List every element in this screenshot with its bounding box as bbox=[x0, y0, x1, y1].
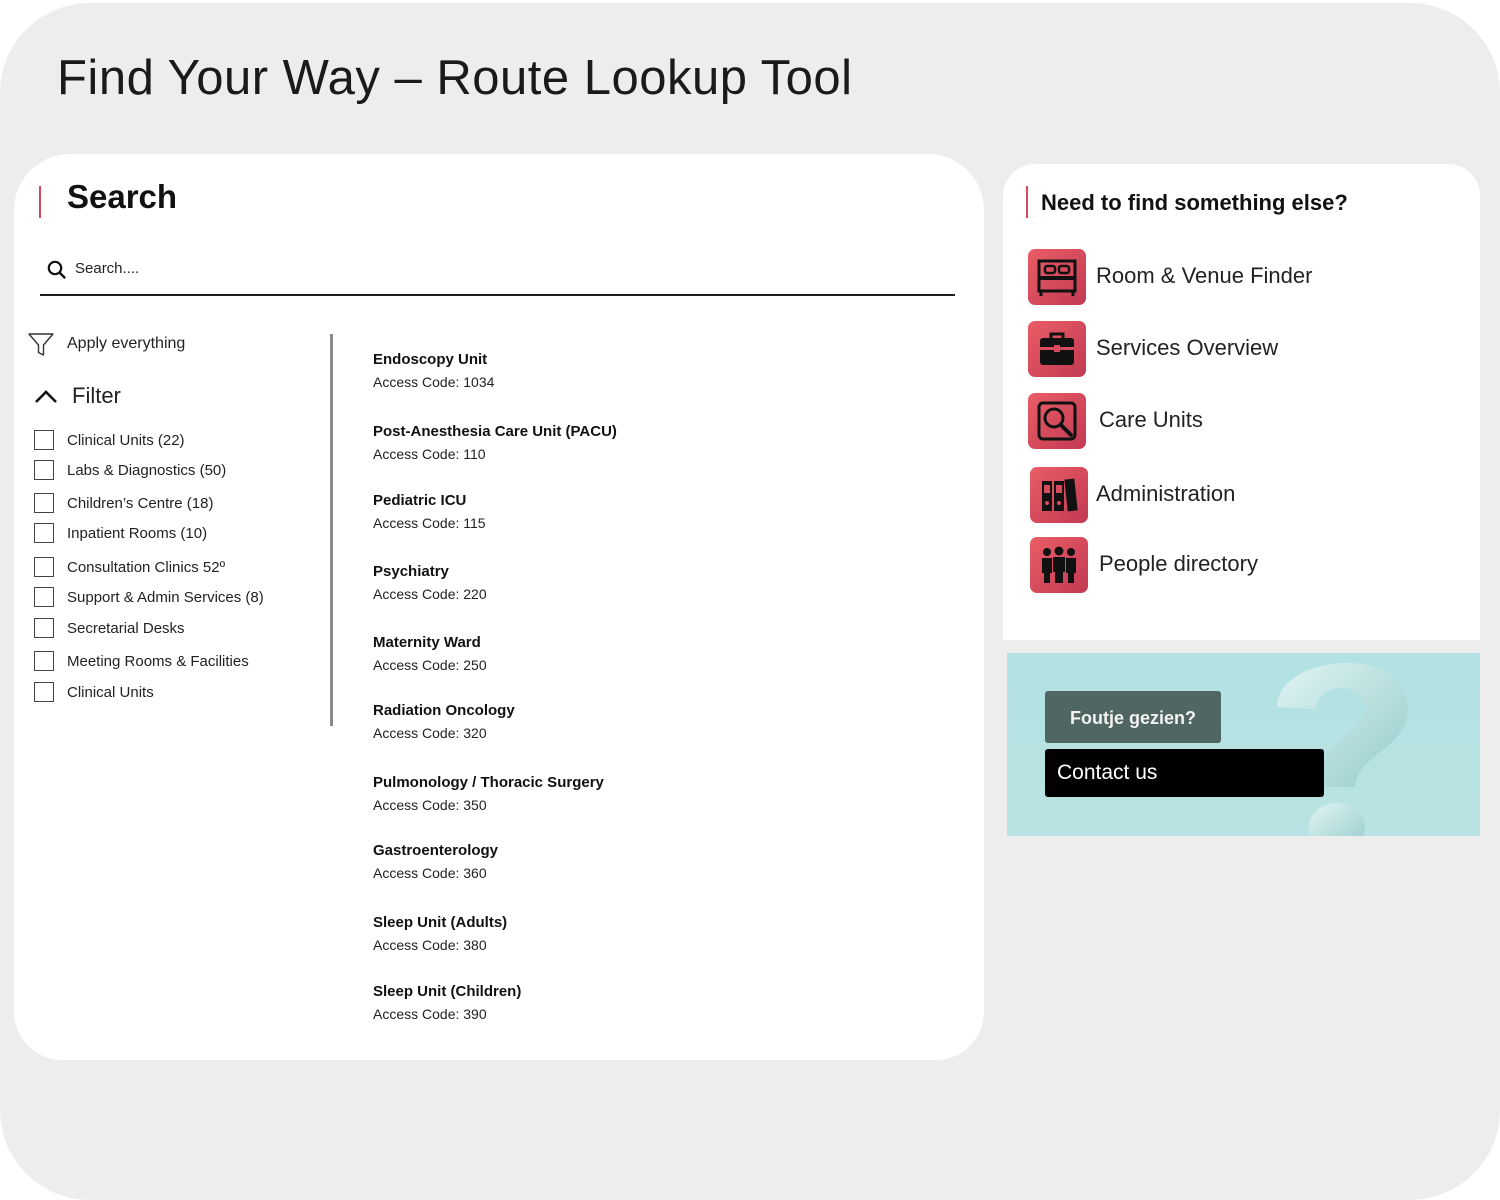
result-name: Gastroenterology bbox=[373, 842, 499, 859]
result-access-code: Access Code: 320 bbox=[373, 725, 487, 741]
apply-everything-label: Apply everything bbox=[67, 335, 186, 352]
search-input[interactable] bbox=[75, 256, 935, 280]
result-name: Psychiatry bbox=[373, 563, 449, 580]
result-access-code: Access Code: 110 bbox=[373, 446, 486, 462]
result-item[interactable]: Pulmonology / Thoracic Surgery Access Co… bbox=[373, 772, 604, 816]
result-access-code: Access Code: 350 bbox=[373, 797, 487, 813]
result-name: Endoscopy Unit bbox=[373, 351, 488, 368]
search-bar[interactable] bbox=[40, 252, 955, 296]
result-name: Sleep Unit (Adults) bbox=[373, 914, 508, 931]
filter-checkbox[interactable] bbox=[34, 493, 54, 513]
result-access-code: Access Code: 220 bbox=[373, 586, 487, 602]
result-item[interactable]: Gastroenterology Access Code: 360 bbox=[373, 840, 498, 884]
quick-link-label: People directory bbox=[1099, 551, 1258, 576]
magnifier-icon bbox=[1028, 393, 1086, 449]
result-item[interactable]: Sleep Unit (Adults) Access Code: 380 bbox=[373, 912, 507, 956]
result-name: Pulmonology / Thoracic Surgery bbox=[373, 774, 604, 791]
result-item[interactable]: Radiation Oncology Access Code: 320 bbox=[373, 700, 515, 744]
filter-option-label: Inpatient Rooms (10) bbox=[67, 525, 208, 542]
filter-checkbox[interactable] bbox=[34, 587, 54, 607]
result-name: Radiation Oncology bbox=[373, 702, 515, 719]
filter-checkbox[interactable] bbox=[34, 618, 54, 638]
funnel-icon bbox=[27, 332, 55, 363]
result-item[interactable]: Endoscopy Unit Access Code: 1034 bbox=[373, 349, 494, 393]
quick-link-label: Services Overview bbox=[1096, 335, 1279, 360]
filter-checkbox[interactable] bbox=[34, 523, 54, 543]
search-heading: Search bbox=[67, 178, 178, 215]
filter-option-label: Secretarial Desks bbox=[67, 620, 185, 637]
quick-links-panel: Need to find something else? Room & Venu… bbox=[1003, 164, 1480, 640]
question-mark-icon bbox=[1277, 662, 1408, 836]
result-access-code: Access Code: 115 bbox=[373, 515, 486, 531]
result-item[interactable]: Psychiatry Access Code: 220 bbox=[373, 561, 487, 605]
panel-divider bbox=[330, 334, 333, 726]
people-icon bbox=[1030, 537, 1088, 593]
filter-option-label: Support & Admin Services (8) bbox=[67, 589, 264, 606]
quick-link-label: Administration bbox=[1096, 481, 1236, 506]
page-title: Find Your Way – Route Lookup Tool bbox=[57, 51, 853, 105]
filter-option-label: Labs & Diagnostics (50) bbox=[67, 462, 227, 479]
quick-link-label: Care Units bbox=[1099, 407, 1203, 432]
search-icon[interactable] bbox=[47, 260, 67, 285]
filter-checkbox[interactable] bbox=[34, 651, 54, 671]
filter-option-label: Clinical Units bbox=[67, 684, 154, 701]
binders-icon bbox=[1030, 467, 1088, 523]
search-accent-bar bbox=[39, 186, 41, 218]
filter-option-label: Consultation Clinics 52º bbox=[67, 559, 226, 576]
filter-option-label: Children’s Centre (18) bbox=[67, 495, 214, 512]
quick-links-accent-bar bbox=[1026, 186, 1028, 218]
briefcase-icon bbox=[1028, 321, 1086, 377]
result-access-code: Access Code: 1034 bbox=[373, 374, 495, 390]
quick-link-label: Room & Venue Finder bbox=[1096, 263, 1313, 288]
filter-option-label: Clinical Units (22) bbox=[67, 432, 185, 449]
result-item[interactable]: Maternity Ward Access Code: 250 bbox=[373, 632, 487, 676]
result-access-code: Access Code: 360 bbox=[373, 865, 487, 881]
result-name: Post-Anesthesia Care Unit (PACU) bbox=[373, 423, 617, 440]
result-access-code: Access Code: 390 bbox=[373, 1006, 487, 1022]
filter-checkbox[interactable] bbox=[34, 430, 54, 450]
filter-label: Filter bbox=[72, 383, 121, 408]
result-name: Maternity Ward bbox=[373, 634, 481, 651]
filter-option-label: Meeting Rooms & Facilities bbox=[67, 653, 249, 670]
quick-links-heading: Need to find something else? bbox=[1041, 190, 1348, 215]
contact-us-button[interactable]: Contact us bbox=[1045, 749, 1324, 797]
result-access-code: Access Code: 250 bbox=[373, 657, 487, 673]
result-item[interactable]: Sleep Unit (Children) Access Code: 390 bbox=[373, 981, 521, 1025]
report-error-button[interactable]: Foutje gezien? bbox=[1045, 691, 1221, 743]
result-item[interactable]: Pediatric ICU Access Code: 115 bbox=[373, 490, 486, 534]
result-name: Sleep Unit (Children) bbox=[373, 983, 522, 1000]
feedback-banner: Foutje gezien? Contact us bbox=[1007, 653, 1480, 836]
filter-checkbox[interactable] bbox=[34, 557, 54, 577]
result-access-code: Access Code: 380 bbox=[373, 937, 487, 953]
filter-checkbox[interactable] bbox=[34, 682, 54, 702]
chevron-up-icon bbox=[34, 388, 58, 409]
search-panel: Search Apply everything Filter Clinical … bbox=[14, 154, 984, 1060]
result-item[interactable]: Post-Anesthesia Care Unit (PACU) Access … bbox=[373, 421, 617, 465]
result-name: Pediatric ICU bbox=[373, 492, 467, 509]
bed-icon bbox=[1028, 249, 1086, 305]
filter-checkbox[interactable] bbox=[34, 460, 54, 480]
